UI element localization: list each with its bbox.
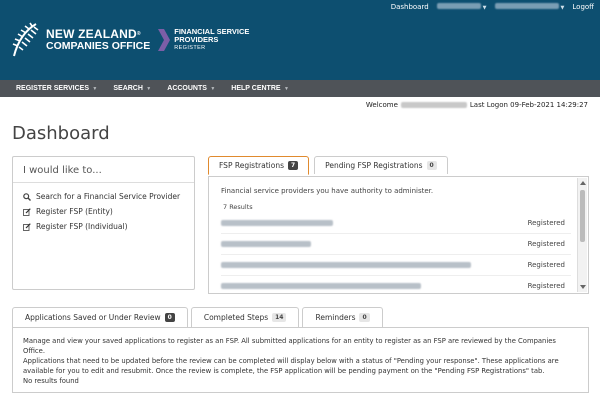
fsp-name-redacted[interactable] [221, 283, 421, 289]
count-badge: 0 [426, 161, 437, 170]
organisation-menu[interactable]: ▼ [494, 3, 565, 11]
chevron-down-icon: ▼ [482, 5, 487, 11]
status-text: Registered [527, 261, 565, 269]
fsp-name-redacted[interactable] [221, 241, 311, 247]
dashboard-link[interactable]: Dashboard [391, 3, 429, 11]
page-title: Dashboard [12, 123, 110, 144]
quick-actions-panel: I would like to... Search for a Financia… [12, 156, 195, 290]
search-fsp-link[interactable]: Search for a Financial Service Provider [13, 189, 194, 204]
tab-pending-fsp-registrations[interactable]: Pending FSP Registrations 0 [314, 156, 448, 174]
fsp-description: Financial service providers you have aut… [221, 187, 434, 195]
status-text: Registered [527, 219, 565, 227]
count-badge: 0 [359, 313, 370, 322]
table-row[interactable]: Registered [221, 276, 571, 293]
table-row[interactable]: Registered [221, 255, 571, 276]
fsp-name-redacted[interactable] [221, 262, 471, 268]
chevron-down-icon: ▼ [144, 86, 152, 92]
applications-description: Manage and view your saved applications … [23, 337, 556, 355]
count-badge: 14 [272, 313, 287, 322]
scroll-thumb[interactable] [580, 190, 585, 242]
chevron-down-icon: ▼ [208, 86, 216, 92]
tab-completed-steps[interactable]: Completed Steps 14 [190, 307, 300, 327]
count-badge: 0 [164, 313, 175, 322]
logoff-link[interactable]: Logoff [572, 3, 594, 11]
count-badge: 7 [287, 161, 299, 170]
fsp-register-title: FINANCIAL SERVICE PROVIDERS REGISTER [174, 27, 250, 52]
table-row[interactable]: Registered [221, 213, 571, 234]
last-logon: Last Logon 09-Feb-2021 14:29:27 [469, 101, 588, 109]
chevron-down-icon: ▼ [282, 86, 289, 92]
results-count: 7 Results [223, 203, 253, 211]
no-results-text: No results found [23, 377, 79, 385]
fern-icon [12, 22, 39, 57]
chevron-right-icon [158, 29, 171, 51]
companies-office-logo[interactable]: NEW ZEALAND® COMPANIES OFFICE FINANCIAL … [10, 22, 249, 58]
welcome-bar: Welcome Last Logon 09-Feb-2021 14:29:27 [365, 101, 588, 109]
quick-actions-title: I would like to... [23, 165, 102, 176]
chevron-down-icon: ▼ [91, 86, 98, 92]
user-name-redacted [400, 102, 467, 108]
tab-reminders[interactable]: Reminders 0 [302, 307, 383, 327]
fsp-name-redacted[interactable] [221, 220, 333, 226]
scrollbar[interactable] [577, 178, 587, 292]
applications-description: available for you to edit and resubmit. … [23, 367, 545, 375]
fsp-registrations-panel: Financial service providers you have aut… [208, 176, 589, 294]
fsp-tabs: FSP Registrations 7 Pending FSP Registrat… [208, 156, 448, 175]
nav-register-services[interactable]: REGISTER SERVICES ▼ [16, 85, 97, 92]
nav-help-centre[interactable]: HELP CENTRE ▼ [231, 85, 289, 92]
search-icon [23, 192, 31, 201]
tab-fsp-registrations[interactable]: FSP Registrations 7 [208, 156, 310, 175]
applications-panel: Manage and view your saved applications … [12, 327, 589, 393]
main-nav: REGISTER SERVICES ▼ SEARCH ▼ ACCOUNTS ▼ … [0, 80, 600, 97]
chevron-down-icon: ▼ [560, 5, 565, 11]
applications-tabs: Applications Saved or Under Review 0 Comp… [12, 307, 383, 328]
status-text: Registered [527, 240, 565, 248]
user-menu[interactable]: ▼ [436, 3, 487, 11]
register-fsp-individual-link[interactable]: Register FSP (Individual) [13, 219, 194, 234]
edit-icon [23, 207, 31, 216]
tab-applications-saved[interactable]: Applications Saved or Under Review 0 [12, 307, 188, 328]
edit-icon [23, 222, 31, 231]
status-text: Registered [527, 282, 565, 290]
nav-search[interactable]: SEARCH ▼ [113, 85, 151, 92]
table-row[interactable]: Registered [221, 234, 571, 255]
scroll-down-icon[interactable] [580, 285, 586, 289]
nav-accounts[interactable]: ACCOUNTS ▼ [167, 85, 215, 92]
applications-description: Applications that need to be updated bef… [23, 357, 559, 365]
register-fsp-entity-link[interactable]: Register FSP (Entity) [13, 204, 194, 219]
top-utility-bar: Dashboard ▼ ▼ Logoff [391, 3, 594, 11]
scroll-up-icon[interactable] [580, 181, 586, 185]
site-header: Dashboard ▼ ▼ Logoff NEW ZEALAND® COMPAN… [0, 0, 600, 80]
logo-wordmark: NEW ZEALAND® COMPANIES OFFICE [46, 27, 151, 52]
